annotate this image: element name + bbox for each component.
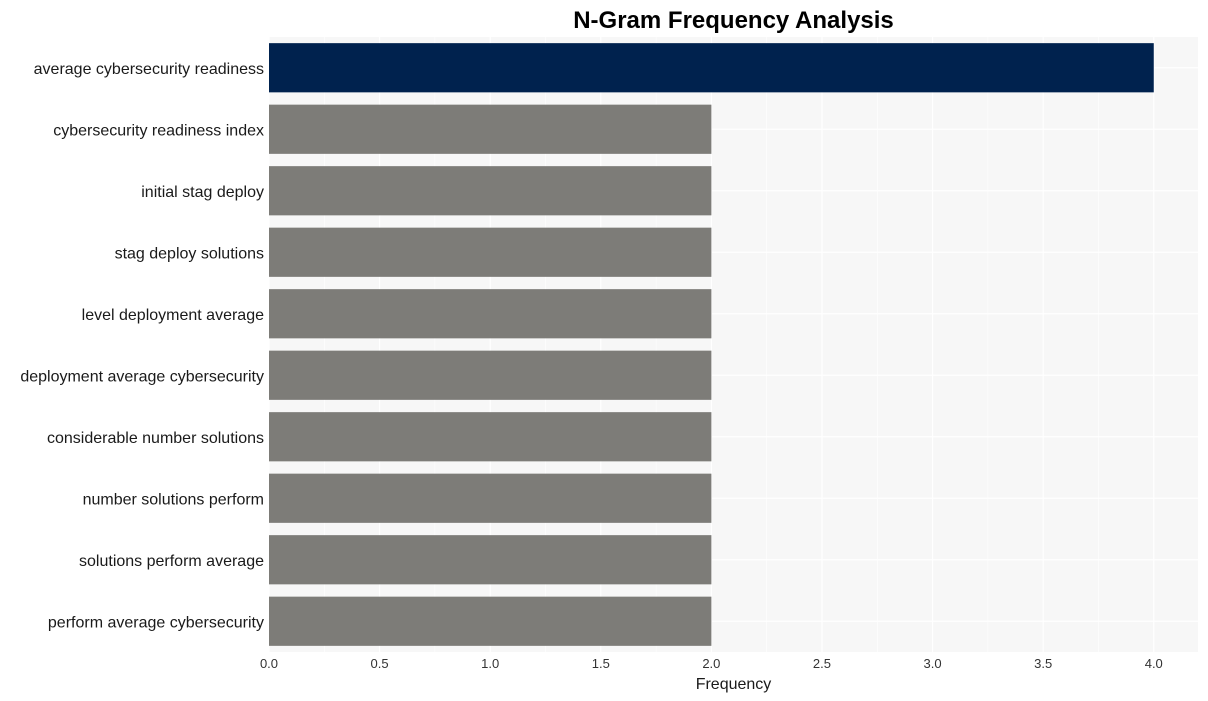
bar (269, 227, 712, 277)
category-label: stag deploy solutions (115, 245, 264, 262)
x-tick-labels: 0.0 0.5 1.0 1.5 2.0 2.5 3.0 3.5 4.0 (260, 656, 1163, 671)
chart-title: N-Gram Frequency Analysis (573, 7, 894, 34)
category-label: level deployment average (82, 307, 264, 324)
x-tick-label: 0.0 (260, 656, 278, 671)
x-tick-label: 3.5 (1034, 656, 1052, 671)
category-label: number solutions perform (83, 491, 264, 508)
x-tick-label: 4.0 (1145, 656, 1163, 671)
ngram-bar-chart: average cybersecurity readiness cybersecu… (20, 7, 1198, 693)
category-labels: average cybersecurity readiness cybersecu… (20, 61, 264, 632)
bar (269, 166, 712, 216)
category-label: solutions perform average (79, 553, 264, 570)
category-label: cybersecurity readiness index (53, 122, 264, 139)
category-label: initial stag deploy (141, 184, 264, 201)
x-tick-label: 0.5 (371, 656, 389, 671)
bar (269, 289, 712, 339)
x-tick-label: 2.5 (813, 656, 831, 671)
bar (269, 535, 712, 585)
bar (269, 350, 712, 400)
x-tick-label: 1.5 (592, 656, 610, 671)
bar (269, 104, 712, 154)
x-tick-label: 2.0 (702, 656, 720, 671)
bar (269, 596, 712, 646)
bar (269, 473, 712, 523)
x-tick-label: 1.0 (481, 656, 499, 671)
x-tick-label: 3.0 (924, 656, 942, 671)
category-label: considerable number solutions (47, 430, 264, 447)
category-label: average cybersecurity readiness (34, 61, 264, 78)
bar (269, 412, 712, 462)
x-axis-label: Frequency (696, 676, 772, 693)
category-label: deployment average cybersecurity (20, 368, 264, 385)
category-label: perform average cybersecurity (48, 614, 264, 631)
bar (269, 43, 1154, 93)
